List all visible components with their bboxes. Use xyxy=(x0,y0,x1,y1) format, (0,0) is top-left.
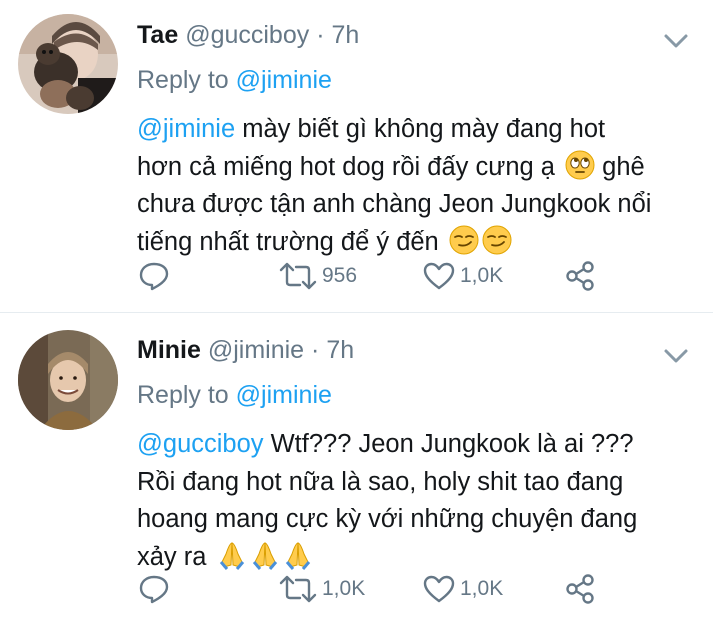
retweet-icon xyxy=(279,575,317,603)
tweet-header: Minie @jiminie · 7h xyxy=(137,336,354,365)
display-name[interactable]: Tae xyxy=(137,21,178,49)
separator-dot: · xyxy=(311,336,320,364)
text-line-4: xảy ra xyxy=(137,542,207,571)
tweet-2[interactable]: Minie @jiminie · 7h Reply to @jiminie @g… xyxy=(0,312,713,617)
folded-hands-emoji-icon xyxy=(219,541,244,570)
reply-button[interactable] xyxy=(138,573,170,605)
reply-icon xyxy=(139,262,169,291)
text-line-3: chưa được tận anh chàng Jeon Jungkook nổ… xyxy=(137,190,652,218)
share-button[interactable] xyxy=(564,260,596,292)
folded-hands-emoji-icon xyxy=(285,541,310,570)
retweet-count: 1,0K xyxy=(322,577,366,600)
smirk-emoji-icon xyxy=(449,225,479,254)
retweet-count: 956 xyxy=(322,264,358,287)
separator-dot: · xyxy=(316,21,325,49)
text-line-1-rest: mày biết gì không mày đang hot xyxy=(235,115,606,143)
reply-context: Reply to @jiminie xyxy=(137,381,332,410)
reply-icon xyxy=(139,575,169,604)
text-line-2-end: ghê xyxy=(602,152,645,181)
tweet-actions: 956 1,0K xyxy=(0,260,713,292)
tweet-text-line-1: @gucciboy Wtf??? Jeon Jungkook là ai ??? xyxy=(137,426,697,464)
heart-icon xyxy=(423,262,455,290)
tweet-text-line-4: tiếng nhất trường để ý đến xyxy=(137,224,697,262)
tweet-text-line-2: Rồi đang hot nữa là sao, holy shit tao đ… xyxy=(137,464,697,502)
avatar-image xyxy=(18,330,118,430)
reply-context: Reply to @jiminie xyxy=(137,66,332,95)
smirk-emoji-icon xyxy=(482,225,512,254)
text-line-4: tiếng nhất trường để ý đến xyxy=(137,227,439,256)
folded-hands-emoji-icon xyxy=(252,541,277,570)
text-line-2: hơn cả miếng hot dog rồi đấy cưng ạ xyxy=(137,152,555,181)
chevron-down-icon[interactable] xyxy=(663,32,689,50)
heart-icon xyxy=(423,575,455,603)
rolling-eyes-emoji-icon xyxy=(565,150,595,179)
text-line-3: hoang mang cực kỳ với những chuyện đang xyxy=(137,505,638,533)
retweet-button[interactable]: 1,0K xyxy=(278,573,365,605)
tweet-text-line-2: hơn cả miếng hot dog rồi đấy cưng ạ ghê xyxy=(137,149,697,187)
timestamp[interactable]: 7h xyxy=(331,21,359,49)
tweet-text-line-3: hoang mang cực kỳ với những chuyện đang xyxy=(137,501,697,539)
text-line-2: Rồi đang hot nữa là sao, holy shit tao đ… xyxy=(137,467,624,496)
tweet-1[interactable]: Tae @gucciboy · 7h Reply to @jiminie @ji… xyxy=(0,0,713,312)
timestamp[interactable]: 7h xyxy=(326,336,354,364)
like-count: 1,0K xyxy=(460,264,504,287)
chevron-down-icon[interactable] xyxy=(663,347,689,365)
reply-prefix: Reply to xyxy=(137,381,229,409)
tweet-header: Tae @gucciboy · 7h xyxy=(137,21,359,50)
avatar-image xyxy=(18,14,118,114)
user-handle[interactable]: @jiminie xyxy=(208,336,304,364)
tweet-actions: 1,0K 1,0K xyxy=(0,573,713,605)
retweet-icon xyxy=(279,262,317,290)
user-handle[interactable]: @gucciboy xyxy=(185,21,309,49)
display-name[interactable]: Minie xyxy=(137,336,201,364)
reply-to-mention[interactable]: @jiminie xyxy=(236,66,332,94)
like-button[interactable]: 1,0K xyxy=(422,573,503,605)
share-icon xyxy=(566,261,594,291)
like-button[interactable]: 1,0K xyxy=(422,260,503,292)
reply-prefix: Reply to xyxy=(137,66,229,94)
tweet-text-line-1: @jiminie mày biết gì không mày đang hot xyxy=(137,111,697,149)
like-count: 1,0K xyxy=(460,577,504,600)
share-icon xyxy=(566,574,594,604)
tweet-text-line-4: xảy ra xyxy=(137,539,697,577)
avatar-tae[interactable] xyxy=(18,14,118,114)
reply-button[interactable] xyxy=(138,260,170,292)
reply-to-mention[interactable]: @jiminie xyxy=(236,381,332,409)
tweet-text: @jiminie mày biết gì không mày đang hot … xyxy=(137,111,697,261)
text-line-1-rest: Wtf??? Jeon Jungkook là ai ??? xyxy=(263,430,634,458)
share-button[interactable] xyxy=(564,573,596,605)
retweet-button[interactable]: 956 xyxy=(278,260,357,292)
text-mention[interactable]: @gucciboy xyxy=(137,430,264,458)
tweet-text-line-3: chưa được tận anh chàng Jeon Jungkook nổ… xyxy=(137,186,697,224)
text-mention[interactable]: @jiminie xyxy=(137,115,235,143)
avatar-minie[interactable] xyxy=(18,330,118,430)
tweet-text: @gucciboy Wtf??? Jeon Jungkook là ai ???… xyxy=(137,426,697,576)
